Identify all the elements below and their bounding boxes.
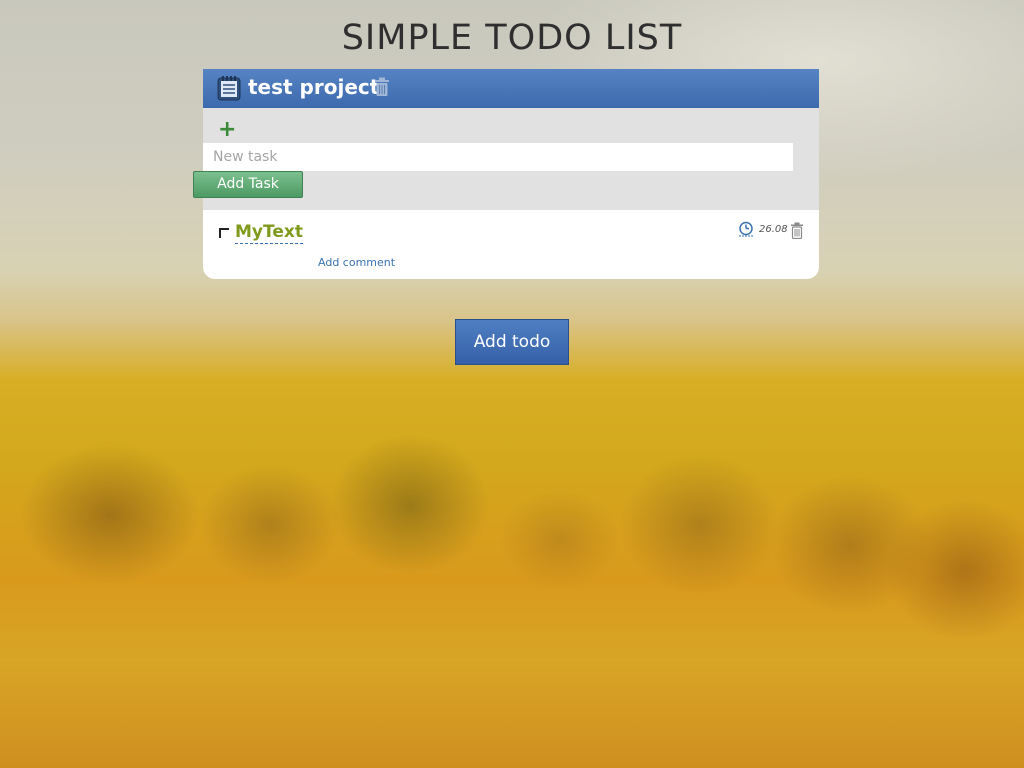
add-task-button[interactable]: Add Task (193, 171, 303, 198)
project-delete-trash-icon[interactable] (374, 77, 390, 101)
new-task-input[interactable] (203, 143, 793, 171)
task-text[interactable]: MyText (235, 221, 303, 244)
add-task-panel: + Add Task (193, 108, 819, 210)
add-todo-button[interactable]: Add todo (455, 319, 569, 365)
project-title[interactable]: test project (248, 75, 379, 99)
add-comment-link[interactable]: Add comment (318, 256, 395, 269)
clock-icon[interactable] (738, 221, 754, 241)
plus-icon: + (218, 117, 237, 142)
project-header: test project (203, 69, 819, 108)
notepad-icon (217, 75, 241, 105)
task-delete-trash-icon[interactable] (790, 222, 804, 243)
task-deadline: 26.08 (759, 224, 788, 235)
task-row: MyText 26.08 Add comment (203, 210, 819, 279)
project-card: test project + Add Task MyText (193, 69, 819, 279)
page-title: SIMPLE TODO LIST (341, 18, 683, 58)
task-checkbox[interactable] (219, 228, 229, 238)
